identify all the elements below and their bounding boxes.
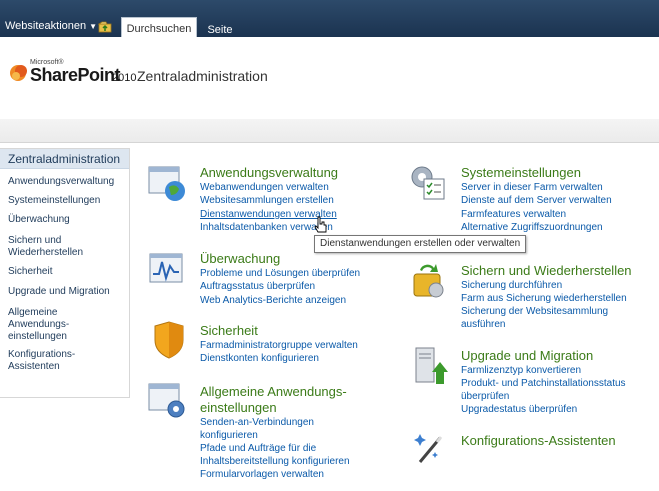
link-send-to-connections[interactable]: Senden-an-Verbindungen <box>200 417 314 429</box>
nav-item-application-management[interactable]: Anwendungsverwaltung <box>8 176 128 188</box>
link-patch-install-status-cont[interactable]: überprüfen <box>461 391 509 403</box>
status-bar <box>0 119 659 143</box>
nav-item-security[interactable]: Sicherheit <box>8 266 128 278</box>
link-manage-web-applications[interactable]: Webanwendungen verwalten <box>200 182 329 194</box>
link-manage-farm-admins[interactable]: Farmadministratorgruppe verwalten <box>200 340 358 352</box>
site-title[interactable]: Zentraladministration <box>137 68 268 84</box>
link-web-analytics-reports[interactable]: Web Analytics-Berichte anzeigen <box>200 295 346 307</box>
section-title-system-settings[interactable]: Systemeinstellungen <box>461 165 581 180</box>
link-send-to-connections-cont[interactable]: konfigurieren <box>200 430 258 442</box>
site-actions-menu[interactable]: Websiteaktionen ▼ <box>5 20 97 32</box>
general-settings-icon <box>148 383 185 418</box>
link-patch-install-status[interactable]: Produkt- und Patchinstallationsstatus <box>461 378 626 390</box>
ribbon-bar: Websiteaktionen ▼ Durchsuchen Seite <box>0 0 659 37</box>
chevron-down-icon: ▼ <box>89 22 98 31</box>
nav-item-monitoring[interactable]: Überwachung <box>8 214 128 226</box>
nav-item-system-settings[interactable]: Systemeinstellungen <box>8 195 128 207</box>
site-actions-label: Websiteaktionen <box>5 20 87 32</box>
application-management-icon <box>148 166 185 201</box>
section-title-general-settings-line1[interactable]: Allgemeine Anwendungs- <box>200 384 347 399</box>
link-manage-farm-features[interactable]: Farmfeatures verwalten <box>461 209 566 221</box>
link-site-collection-backup[interactable]: Sicherung der Websitesammlung <box>461 306 608 318</box>
tooltip: Dienstanwendungen erstellen oder verwalt… <box>314 235 527 253</box>
magic-wand-icon <box>414 434 443 463</box>
section-title-upgrade-migration[interactable]: Upgrade und Migration <box>461 348 593 363</box>
backup-restore-icon <box>413 264 444 298</box>
nav-item-general-settings[interactable]: Allgemeine Anwendungs-einstellungen <box>8 307 88 343</box>
link-create-site-collections[interactable]: Websitesammlungen erstellen <box>200 195 334 207</box>
nav-item-backup-restore[interactable]: Sichern und Wiederherstellen <box>8 235 128 259</box>
link-check-job-status[interactable]: Auftragsstatus überprüfen <box>200 281 315 293</box>
nav-item-central-admin[interactable]: Zentraladministration <box>0 149 129 169</box>
logo-product-text: SharePoint <box>30 65 121 85</box>
upgrade-migration-icon <box>415 347 448 384</box>
link-manage-form-templates[interactable]: Formularvorlagen verwalten <box>200 469 324 481</box>
link-site-collection-backup-cont[interactable]: ausführen <box>461 319 505 331</box>
link-configure-service-accounts[interactable]: Dienstkonten konfigurieren <box>200 353 319 365</box>
link-manage-services-on-server[interactable]: Dienste auf dem Server verwalten <box>461 195 612 207</box>
link-convert-license-type[interactable]: Farmlizenztyp konvertieren <box>461 365 581 377</box>
section-title-general-settings-line2[interactable]: einstellungen <box>200 400 277 415</box>
link-manage-content-databases[interactable]: Inhaltsdatenbanken verwalten <box>200 222 333 234</box>
link-restore-farm[interactable]: Farm aus Sicherung wiederherstellen <box>461 293 627 305</box>
shield-icon <box>154 321 184 359</box>
tab-browse[interactable]: Durchsuchen <box>121 17 197 37</box>
section-title-monitoring[interactable]: Überwachung <box>200 251 280 266</box>
link-deployment-paths-cont[interactable]: Inhaltsbereitstellung konfigurieren <box>200 456 350 468</box>
link-check-upgrade-status[interactable]: Upgradestatus überprüfen <box>461 404 577 416</box>
tab-page[interactable]: Seite <box>204 19 236 37</box>
nav-item-upgrade-migration[interactable]: Upgrade und Migration <box>8 286 128 298</box>
sharepoint-logo-icon <box>10 65 27 81</box>
system-settings-icon <box>411 166 445 200</box>
link-perform-backup[interactable]: Sicherung durchführen <box>461 280 562 292</box>
navigate-up-icon[interactable] <box>98 21 113 33</box>
section-title-security[interactable]: Sicherheit <box>200 323 258 338</box>
link-manage-servers[interactable]: Server in dieser Farm verwalten <box>461 182 603 194</box>
link-review-problems[interactable]: Probleme und Lösungen überprüfen <box>200 268 360 280</box>
nav-item-config-wizards[interactable]: Konfigurations-Assistenten <box>8 349 88 373</box>
page-header: Microsoft® SharePoint 2010 Zentraladmini… <box>0 37 659 119</box>
hand-cursor-icon <box>314 216 327 233</box>
link-alternate-access-mappings[interactable]: Alternative Zugriffszuordnungen <box>461 222 603 234</box>
quick-launch: Zentraladministration Anwendungsverwaltu… <box>0 148 130 398</box>
section-title-application-management[interactable]: Anwendungsverwaltung <box>200 165 338 180</box>
monitoring-icon <box>149 253 183 283</box>
logo-version-text: 2010 <box>112 72 137 84</box>
section-title-backup-restore[interactable]: Sichern und Wiederherstellen <box>461 263 632 278</box>
section-title-config-wizards[interactable]: Konfigurations-Assistenten <box>461 433 616 448</box>
link-deployment-paths[interactable]: Pfade und Aufträge für die <box>200 443 316 455</box>
